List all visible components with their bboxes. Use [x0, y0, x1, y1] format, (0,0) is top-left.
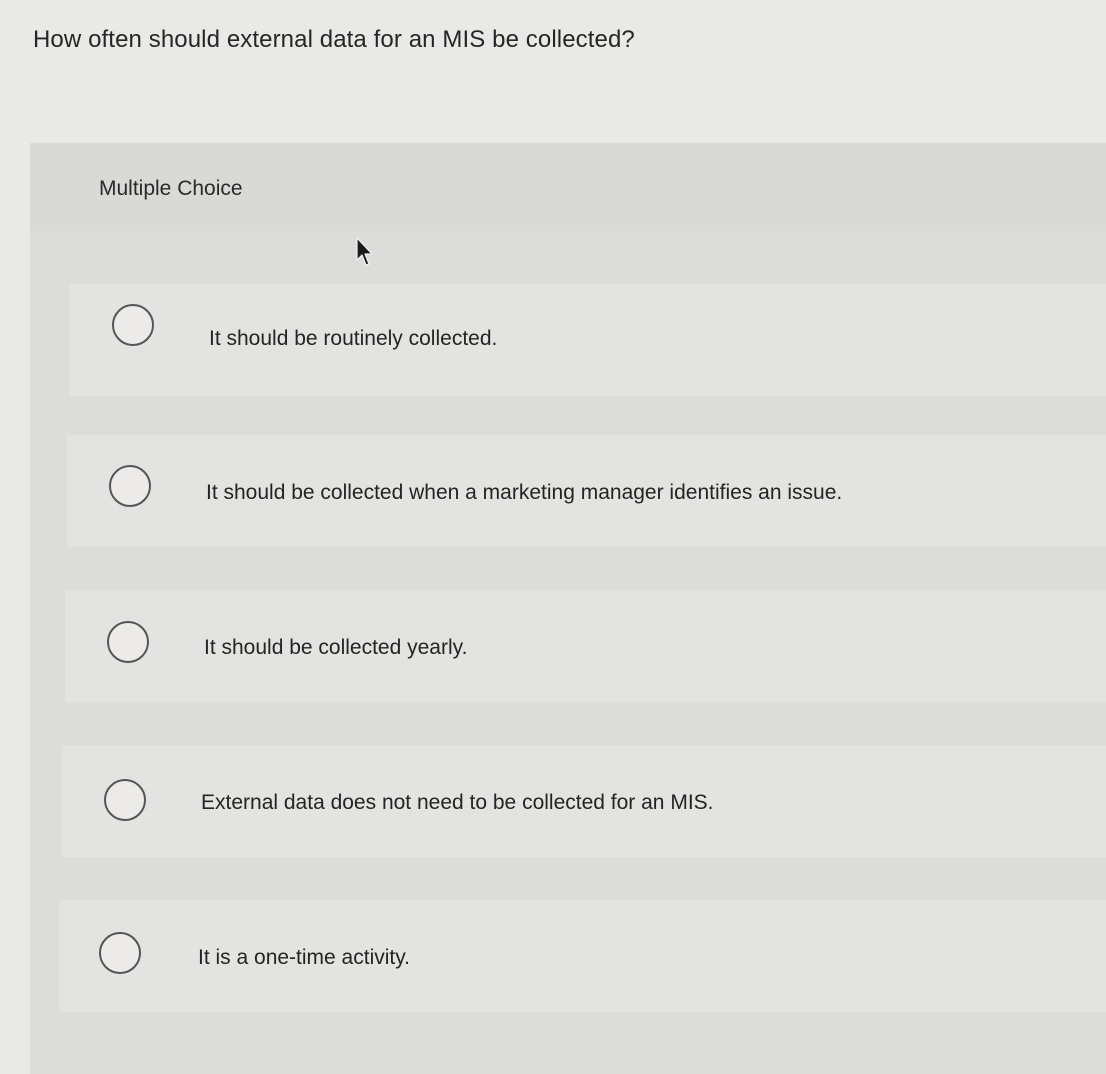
radio-button-4[interactable]: [104, 779, 146, 821]
panel-header: Multiple Choice: [30, 143, 1106, 231]
radio-button-3[interactable]: [107, 621, 149, 663]
answer-panel: Multiple Choice It should be routinely c…: [30, 143, 1106, 1074]
mouse-pointer-icon: [356, 237, 373, 266]
answer-option-1[interactable]: It should be routinely collected.: [70, 284, 1106, 396]
answer-option-4[interactable]: External data does not need to be collec…: [62, 745, 1106, 857]
answer-option-5[interactable]: It is a one-time activity.: [59, 900, 1106, 1012]
answer-option-label-3: It should be collected yearly.: [204, 636, 468, 659]
answer-option-3[interactable]: It should be collected yearly.: [65, 590, 1106, 702]
radio-button-5[interactable]: [99, 932, 141, 974]
question-type-label: Multiple Choice: [99, 177, 243, 200]
answer-option-label-4: External data does not need to be collec…: [201, 791, 714, 814]
answer-option-2[interactable]: It should be collected when a marketing …: [67, 435, 1106, 547]
answer-option-label-1: It should be routinely collected.: [209, 327, 498, 350]
answer-option-label-5: It is a one-time activity.: [198, 946, 411, 969]
radio-button-2[interactable]: [109, 465, 151, 507]
radio-button-1[interactable]: [112, 304, 154, 346]
answer-option-label-2: It should be collected when a marketing …: [206, 481, 843, 504]
question-text: How often should external data for an MI…: [33, 26, 635, 53]
